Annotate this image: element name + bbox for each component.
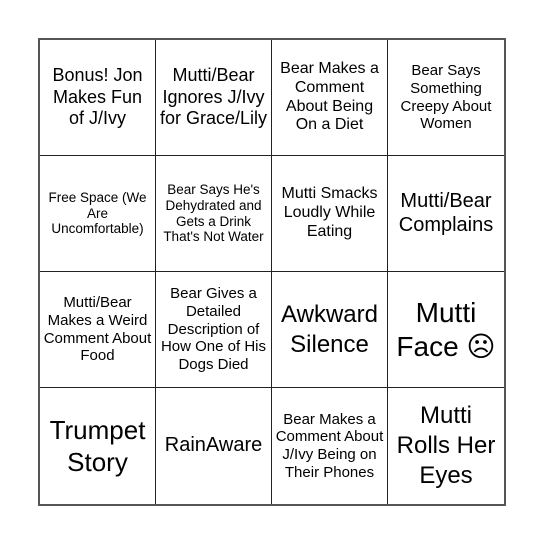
cell-text: Trumpet Story — [49, 414, 146, 478]
bingo-cell[interactable]: Bear Makes a Comment About J/Ivy Being o… — [272, 388, 388, 504]
cell-text: Bear Says Something Creepy About Women — [400, 62, 492, 133]
cell-text: Bonus! Jon Makes Fun of J/Ivy — [52, 65, 143, 129]
bingo-cell[interactable]: RainAware — [156, 388, 272, 504]
bingo-cell[interactable]: Bear Says Something Creepy About Women — [388, 40, 504, 156]
bingo-card: Bonus! Jon Makes Fun of J/Ivy Mutti/Bear… — [38, 38, 506, 506]
bingo-cell[interactable]: Mutti/Bear Makes a Weird Comment About F… — [40, 272, 156, 388]
bingo-cell[interactable]: Bear Gives a Detailed Description of How… — [156, 272, 272, 388]
cell-text: Bear Gives a Detailed Description of How… — [160, 285, 267, 374]
bingo-cell[interactable]: Mutti Face ☹ — [388, 272, 504, 388]
bingo-cell[interactable]: Awkward Silence — [272, 272, 388, 388]
bingo-cell[interactable]: Bonus! Jon Makes Fun of J/Ivy — [40, 40, 156, 156]
cell-text: Bear Makes a Comment About Being On a Di… — [280, 59, 379, 134]
bingo-cell-free-space[interactable]: Free Space (We Are Uncomfortable) — [40, 156, 156, 272]
cell-text: Bear Makes a Comment About J/Ivy Being o… — [275, 410, 384, 481]
cell-text: Awkward Silence — [281, 300, 378, 358]
cell-text: Mutti/Bear Complains — [398, 189, 494, 236]
bingo-cell[interactable]: Mutti/Bear Ignores J/Ivy for Grace/Lily — [156, 40, 272, 156]
cell-text: Mutti/Bear Ignores J/Ivy for Grace/Lily — [159, 65, 268, 129]
bingo-cell[interactable]: Bear Makes a Comment About Being On a Di… — [272, 40, 388, 156]
bingo-cell[interactable]: Mutti Smacks Loudly While Eating — [272, 156, 388, 272]
bingo-cell[interactable]: Mutti Rolls Her Eyes — [388, 388, 504, 504]
cell-text: Free Space (We Are Uncomfortable) — [48, 189, 147, 237]
bingo-cell[interactable]: Trumpet Story — [40, 388, 156, 504]
cell-text: Mutti Smacks Loudly While Eating — [281, 185, 378, 240]
bingo-cell[interactable]: Mutti/Bear Complains — [388, 156, 504, 272]
cell-text: Mutti Rolls Her Eyes — [396, 402, 496, 489]
bingo-cell[interactable]: Bear Says He's Dehydrated and Gets a Dri… — [156, 156, 272, 272]
cell-text: Mutti/Bear Makes a Weird Comment About F… — [43, 294, 152, 365]
cell-text: Mutti Face ☹ — [396, 296, 496, 362]
cell-text: Bear Says He's Dehydrated and Gets a Dri… — [163, 181, 264, 245]
cell-text: RainAware — [164, 434, 263, 457]
